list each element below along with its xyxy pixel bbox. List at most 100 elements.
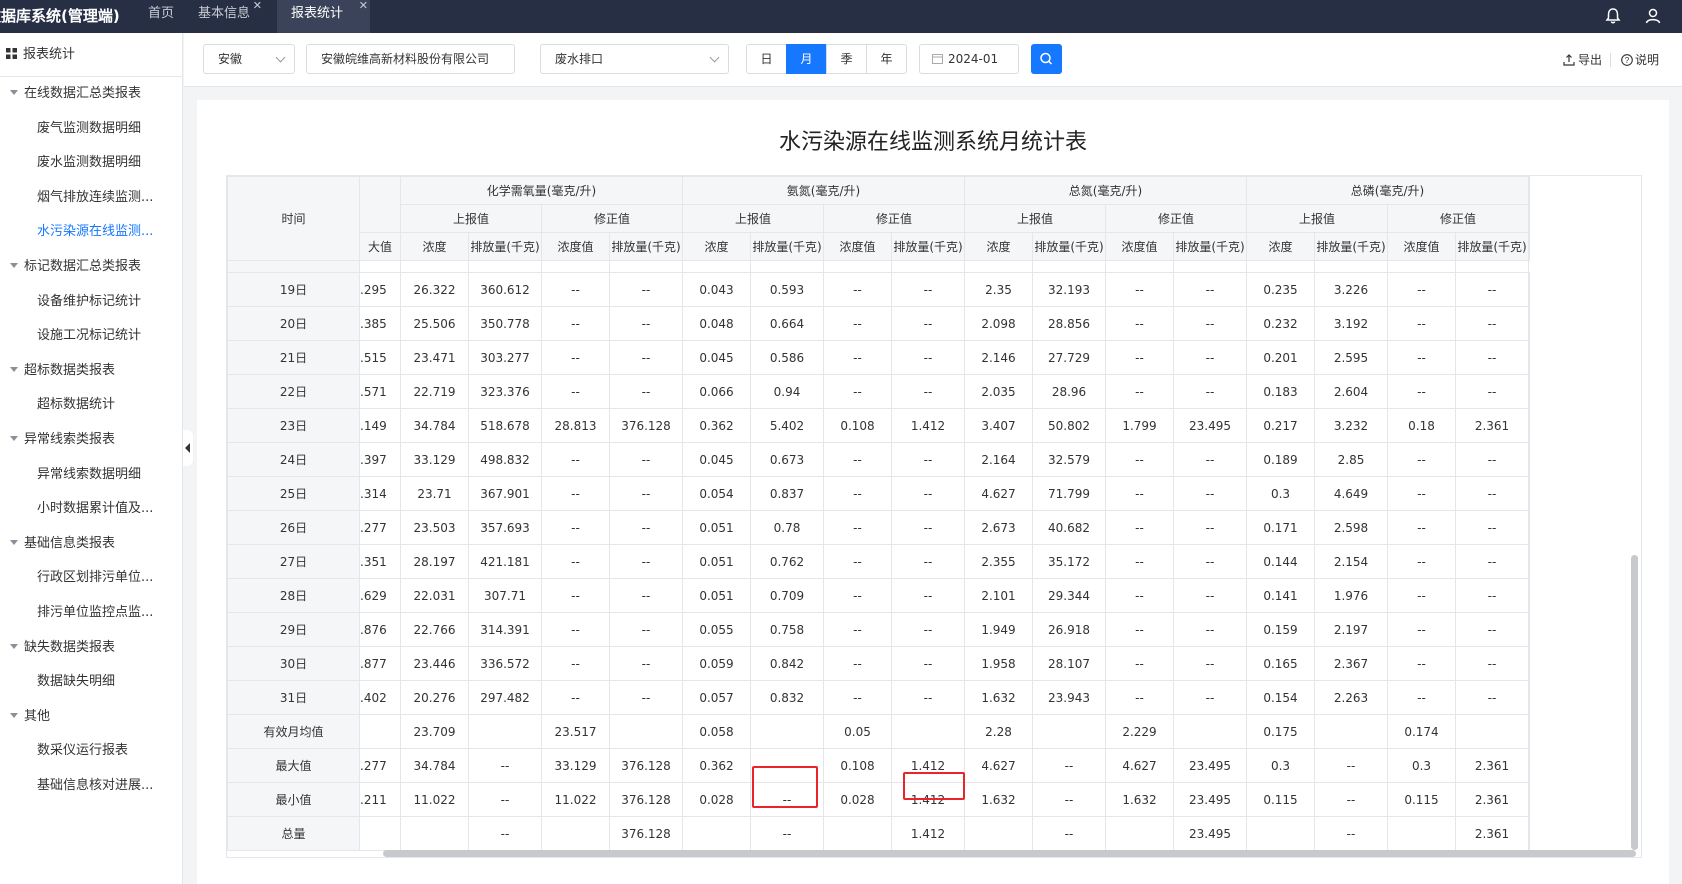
table-cell: 376.128: [609, 782, 683, 817]
sidebar-item-wastewater-detail[interactable]: 废水监测数据明细: [0, 146, 182, 181]
table-cell: 0.189: [1246, 442, 1315, 477]
outlet-select[interactable]: 废水排口: [540, 44, 729, 74]
table-cell: --: [823, 476, 892, 511]
table-cell: [1528, 340, 1530, 375]
table-cell: 0.051: [682, 544, 751, 579]
table-cell: [1387, 260, 1456, 273]
tab-basic-info[interactable]: 基本信息 ✕: [184, 0, 264, 33]
table-cell: [609, 260, 683, 273]
sidebar-item-dau-report[interactable]: 数采仪运行报表: [0, 734, 182, 769]
row-time-cell: 19日: [227, 272, 360, 307]
table-cell: .295: [359, 272, 401, 307]
table-cell: 2.361: [1455, 782, 1529, 817]
table-cell: [541, 816, 610, 851]
header-leaf: 大值: [359, 232, 401, 261]
table-cell: 0.144: [1246, 544, 1315, 579]
table-cell: --: [823, 442, 892, 477]
table-cell: --: [609, 646, 683, 681]
sidebar-item-missing-detail[interactable]: 数据缺失明细: [0, 665, 182, 700]
export-button[interactable]: 导出: [1563, 51, 1602, 68]
table-cell: 23.943: [1032, 680, 1106, 715]
table-cell: [1387, 816, 1456, 851]
search-button[interactable]: [1031, 44, 1062, 74]
period-day-button[interactable]: 日: [746, 44, 787, 74]
company-input[interactable]: 安徽皖维高新材料股份有限公司: [306, 44, 515, 74]
tab-report-stats[interactable]: 报表统计 ✕: [277, 0, 370, 33]
table-cell: 33.129: [400, 442, 469, 477]
table-cell: 0.059: [682, 646, 751, 681]
table-cell: --: [1455, 646, 1529, 681]
table-cell: --: [1455, 680, 1529, 715]
sidebar-group-abnormal[interactable]: 异常线索类报表: [0, 423, 182, 458]
table-cell: --: [609, 510, 683, 545]
sidebar-item-water-pollution[interactable]: 水污染源在线监测...: [0, 215, 182, 250]
header-subgroup: 修正值: [1387, 204, 1529, 233]
sidebar-item-monitor-point[interactable]: 排污单位监控点监...: [0, 596, 182, 631]
period-year-button[interactable]: 年: [866, 44, 907, 74]
sidebar-item-verify-progress[interactable]: 基础信息核对进展...: [0, 769, 182, 804]
table-cell: 23.503: [400, 510, 469, 545]
sidebar-group-other[interactable]: 其他: [0, 700, 182, 735]
province-select[interactable]: 安徽: [203, 44, 295, 74]
table-cell: 3.407: [964, 408, 1033, 443]
sidebar-item-abnormal-detail[interactable]: 异常线索数据明细: [0, 458, 182, 493]
search-icon: [1040, 52, 1053, 65]
table-cell: [227, 260, 360, 273]
table-cell: 0.028: [682, 782, 751, 817]
table-cell: [1032, 714, 1106, 749]
caret-down-icon: [10, 262, 18, 268]
help-button[interactable]: ? 说明: [1621, 51, 1659, 68]
close-icon[interactable]: ✕: [359, 0, 368, 20]
sidebar-collapse-handle[interactable]: [183, 430, 193, 466]
table-cell: --: [891, 340, 965, 375]
table-cell: 28.197: [400, 544, 469, 579]
sidebar-group-missing[interactable]: 缺失数据类报表: [0, 631, 182, 666]
sidebar-item-exceed-stats[interactable]: 超标数据统计: [0, 388, 182, 423]
table-cell: 0.837: [750, 476, 824, 511]
period-quarter-button[interactable]: 季: [826, 44, 867, 74]
user-icon[interactable]: [1643, 6, 1663, 26]
table-cell: --: [1387, 476, 1456, 511]
table-cell: .877: [359, 646, 401, 681]
date-picker[interactable]: 2024-01: [919, 44, 1019, 74]
sidebar-group-exceed[interactable]: 超标数据类报表: [0, 354, 182, 389]
table-cell: --: [1105, 306, 1174, 341]
table-cell: 28.96: [1032, 374, 1106, 409]
sidebar-group-basic[interactable]: 基础信息类报表: [0, 527, 182, 562]
sidebar-item-admin-region[interactable]: 行政区划排污单位...: [0, 561, 182, 596]
table-cell: --: [891, 544, 965, 579]
table-cell: [823, 816, 892, 851]
header-cell: [1528, 176, 1530, 205]
period-month-button[interactable]: 月: [786, 44, 827, 74]
table-cell: [400, 816, 469, 851]
sidebar-item-flue-gas[interactable]: 烟气排放连续监测...: [0, 181, 182, 216]
close-icon[interactable]: ✕: [253, 0, 262, 20]
table-cell: 35.172: [1032, 544, 1106, 579]
sidebar-item-exhaust-detail[interactable]: 废气监测数据明细: [0, 112, 182, 147]
header-subgroup: 上报值: [400, 204, 542, 233]
header-cell: [1528, 232, 1530, 261]
vertical-scrollbar[interactable]: [1631, 555, 1638, 850]
sidebar-group-online[interactable]: 在线数据汇总类报表: [0, 77, 182, 112]
table-cell: [1528, 374, 1530, 409]
table-cell: --: [1387, 646, 1456, 681]
table-cell: --: [891, 612, 965, 647]
table-cell: 2.604: [1314, 374, 1388, 409]
report-table-viewport[interactable]: 时间 化学需氧量(毫克/升) 氨氮(毫克/升) 总氮(毫克/升) 总磷(毫克/升) 上报值…: [226, 175, 1642, 858]
table-cell: 2.598: [1314, 510, 1388, 545]
sidebar-item-hourly-cumulative[interactable]: 小时数据累计值及...: [0, 492, 182, 527]
table-cell: [1528, 748, 1530, 783]
table-cell: 0.78: [750, 510, 824, 545]
horizontal-scrollbar[interactable]: [383, 850, 1636, 857]
table-row: 最小值 .211 11.022 -- 11.022 376.128 0.028 -- 0.028…: [227, 782, 1530, 817]
sidebar-item-maintenance[interactable]: 设备维护标记统计: [0, 285, 182, 320]
tab-home[interactable]: 首页: [134, 0, 188, 33]
sidebar-group-marked[interactable]: 标记数据汇总类报表: [0, 250, 182, 285]
table-cell: [541, 260, 610, 273]
table-cell: --: [541, 340, 610, 375]
bell-icon[interactable]: [1603, 6, 1623, 26]
table-cell: 40.682: [1032, 510, 1106, 545]
sidebar-item-facility[interactable]: 设施工况标记统计: [0, 319, 182, 354]
calendar-icon: [932, 54, 943, 64]
table-cell: 0.3: [1246, 748, 1315, 783]
